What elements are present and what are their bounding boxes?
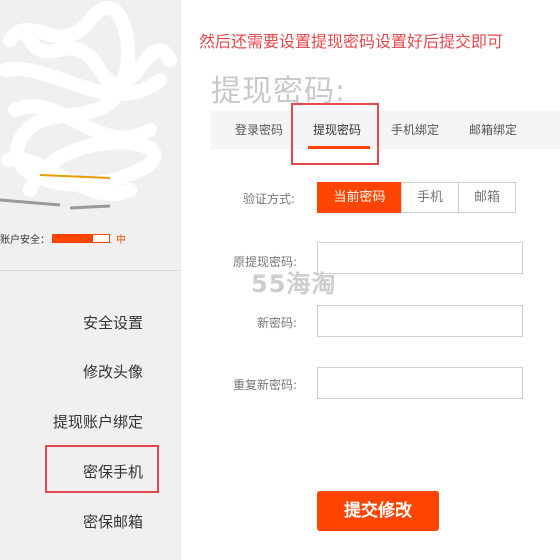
highlight-box-withdraw-tab (291, 103, 379, 165)
method-current-password-button[interactable]: 当前密码 (317, 182, 402, 213)
verify-method-group: 当前密码 手机 邮箱 (317, 182, 516, 213)
sidebar-item-security-email[interactable]: 密保邮箱 (83, 511, 143, 532)
submit-button[interactable]: 提交修改 (317, 491, 439, 531)
redacted-user-info (0, 0, 181, 230)
sidebar-item-withdraw-account[interactable]: 提现账户绑定 (53, 411, 143, 432)
account-security: 账户安全： 中 (0, 230, 126, 246)
tab-email-binding[interactable]: 邮箱绑定 (469, 111, 517, 149)
verify-method-label: 验证方式: (242, 192, 295, 206)
tab-login-password[interactable]: 登录密码 (235, 111, 283, 149)
security-strength-bar (52, 233, 110, 243)
tab-bar: 登录密码 提现密码 手机绑定 邮箱绑定 (211, 111, 560, 149)
new-password-input[interactable] (317, 305, 523, 337)
sidebar-divider (0, 270, 181, 271)
annotation-caption: 然后还需要设置提现密码设置好后提交即可 (199, 34, 504, 51)
sidebar-item-change-avatar[interactable]: 修改头像 (83, 361, 143, 382)
security-strength-fill (53, 234, 94, 242)
original-password-input[interactable] (317, 242, 523, 274)
watermark-logo: 55海淘 (251, 270, 337, 298)
highlight-box-security-phone (45, 445, 159, 493)
repeat-password-label: 重复新密码: (232, 378, 297, 392)
tab-phone-binding[interactable]: 手机绑定 (391, 111, 439, 149)
sidebar-item-security-settings[interactable]: 安全设置 (83, 312, 143, 333)
new-password-label: 新密码: (256, 316, 297, 330)
security-level: 中 (116, 234, 126, 246)
method-phone-button[interactable]: 手机 (401, 182, 459, 213)
method-email-button[interactable]: 邮箱 (458, 182, 516, 213)
repeat-password-input[interactable] (317, 367, 523, 399)
security-label: 账户安全： (0, 234, 50, 246)
